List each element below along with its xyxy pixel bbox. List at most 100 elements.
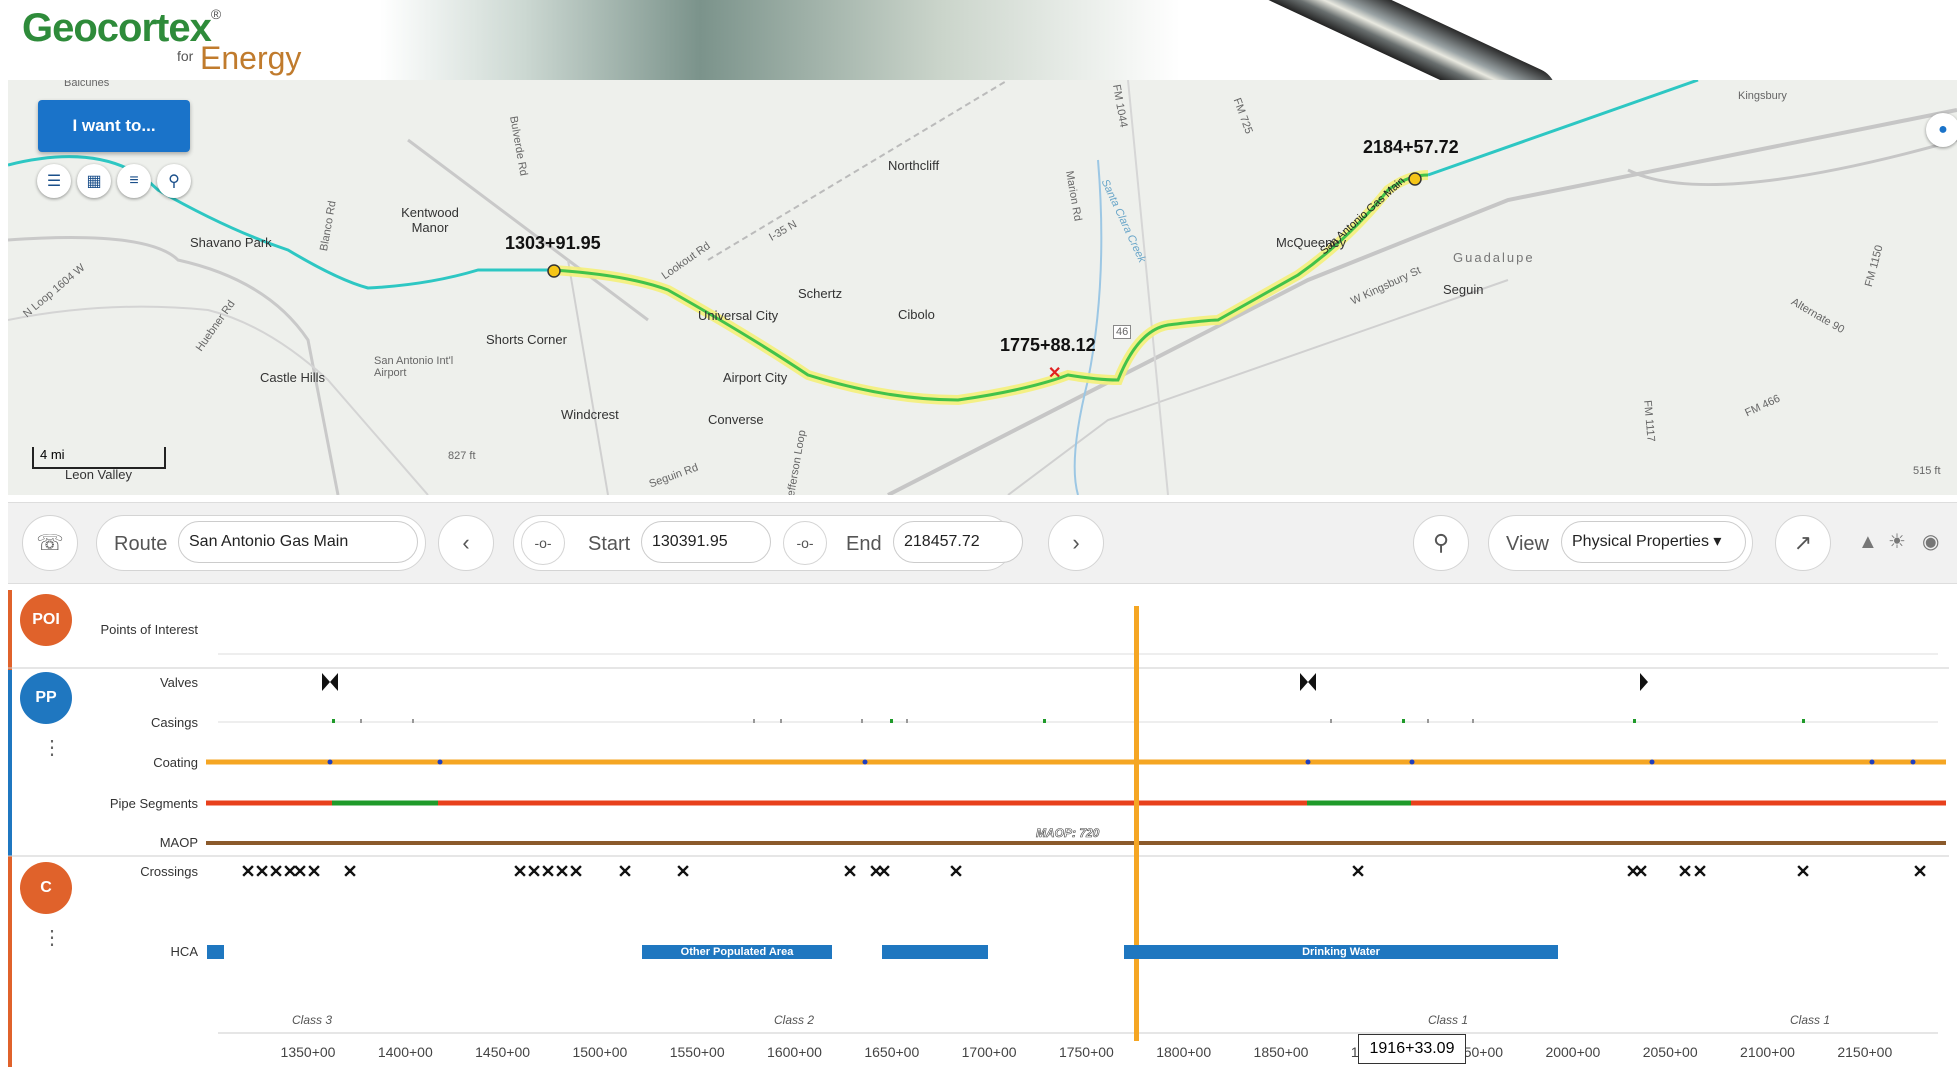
crossing-marker[interactable]: ✕ [568, 862, 583, 883]
start-pick-icon[interactable]: -o- [521, 521, 565, 565]
crossing-marker[interactable]: ✕ [675, 862, 690, 883]
map-view[interactable]: ✕ Balcunes Kentwood Manor Shavano Park N… [8, 80, 1957, 495]
logo-main: Geocortex [22, 6, 212, 50]
crossing-marker[interactable]: ✕ [526, 862, 541, 883]
crossing-marker[interactable]: ✕ [1692, 862, 1707, 883]
header-banner [380, 0, 1565, 80]
class-label: Class 3 [291, 1013, 333, 1027]
crossing-marker[interactable]: ✕ [540, 862, 555, 883]
axis-tick-label: 2100+00 [1740, 1044, 1795, 1060]
map-label: Universal City [698, 308, 779, 323]
crossing-marker[interactable]: ✕ [1677, 862, 1692, 883]
eye-icon[interactable]: ◉ [1922, 529, 1939, 554]
crossing-marker[interactable]: ✕ [1795, 862, 1810, 883]
crossing-marker[interactable]: ✕ [1633, 862, 1648, 883]
view-label: View [1506, 533, 1549, 555]
hca-bar[interactable] [882, 945, 988, 959]
axis-tick-label: 1550+00 [669, 1044, 725, 1060]
export-icon[interactable]: ↗ [1775, 515, 1831, 571]
chevron-down-icon: ▾ [1713, 533, 1722, 550]
start-label: Start [588, 533, 631, 555]
crossing-marker[interactable]: ✕ [292, 862, 307, 883]
map-label: Schertz [798, 286, 843, 301]
map-canvas: ✕ [8, 80, 1957, 495]
view-select[interactable]: Physical Properties ▾ [1561, 521, 1746, 563]
i-want-to-button[interactable]: I want to... [38, 100, 190, 152]
axis-tick-label: 1450+00 [475, 1044, 531, 1060]
map-label: San Antonio Int'l Airport [374, 355, 454, 379]
map-label: Kingsbury [1738, 90, 1787, 102]
route-icon[interactable]: ☏ [22, 515, 78, 571]
crossing-marker[interactable]: ✕ [268, 862, 283, 883]
axis-tick-label: 2150+00 [1837, 1044, 1893, 1060]
end-label: End [846, 533, 882, 555]
bulb-icon[interactable]: ☀ [1888, 529, 1906, 554]
crossing-marker[interactable]: ✕ [306, 862, 321, 883]
axis-tick-label: 2000+00 [1545, 1044, 1601, 1060]
start-input[interactable]: 130391.95 [641, 521, 771, 563]
app-header: Geocortex® for Energy [0, 0, 1957, 80]
next-button[interactable]: › [1048, 515, 1104, 571]
map-label: Shavano Park [190, 235, 272, 250]
route-label: Route [114, 533, 168, 555]
crossing-marker[interactable]: ✕ [1912, 862, 1927, 883]
crossing-marker[interactable]: ✕ [512, 862, 527, 883]
app-logo: Geocortex® for Energy [22, 6, 301, 76]
crossing-marker[interactable]: ✕ [948, 862, 963, 883]
station-label: 1775+88.12 [1000, 335, 1096, 355]
logo-reg: ® [210, 6, 222, 22]
location-pin-icon[interactable]: ⚲ [1413, 515, 1469, 571]
map-label: Converse [708, 412, 764, 427]
hca-bar[interactable]: Drinking Water [1124, 945, 1558, 959]
map-label: Seguin [1443, 282, 1484, 297]
crossing-marker[interactable]: ✕ [254, 862, 269, 883]
highway-shield: 46 [1113, 325, 1132, 339]
map-label: Airport City [723, 370, 788, 385]
map-label: Guadalupe [1453, 250, 1535, 265]
cursor-readout: 1916+33.09 [1358, 1034, 1466, 1064]
map-label: 515 ft [1913, 465, 1941, 477]
scale-bar: 4 mi [32, 447, 166, 469]
crossing-marker[interactable]: ✕ [240, 862, 255, 883]
end-input[interactable]: 218457.72 [893, 521, 1023, 563]
class-label: Class 2 [773, 1013, 815, 1027]
road-icon[interactable]: ▲ [1858, 531, 1878, 554]
axis-tick-label: 1350+00 [280, 1044, 336, 1060]
station-label: 1303+91.95 [505, 233, 601, 253]
axis-tick-label: 1650+00 [864, 1044, 920, 1060]
view-select-value: Physical Properties [1572, 533, 1709, 550]
layers-icon[interactable]: ☰ [37, 164, 71, 198]
map-label: Windcrest [561, 407, 619, 422]
axis-tick-label: 1800+00 [1156, 1044, 1212, 1060]
crossing-marker[interactable]: ✕ [342, 862, 357, 883]
map-label: Leon Valley [65, 467, 132, 482]
search-icon[interactable]: ⚲ [157, 164, 191, 198]
list-icon[interactable]: ≡ [117, 164, 151, 198]
crossing-marker[interactable]: ✕ [842, 862, 857, 883]
crossing-marker[interactable]: ✕ [1350, 862, 1365, 883]
axis-tick-label: 1700+00 [961, 1044, 1017, 1060]
route-select[interactable]: San Antonio Gas Main [178, 521, 418, 563]
crossing-marker[interactable]: ✕ [876, 862, 891, 883]
end-pick-icon[interactable]: -o- [783, 521, 827, 565]
legend-icon[interactable]: ▦ [77, 164, 111, 198]
logo-for: for [177, 48, 194, 64]
crossing-marker[interactable]: ✕ [617, 862, 632, 883]
previous-button[interactable]: ‹ [438, 515, 494, 571]
hca-bar[interactable]: Other Populated Area [642, 945, 832, 959]
map-label: Castle Hills [260, 370, 326, 385]
maop-label: MAOP: 720 [1036, 826, 1100, 841]
map-label: Kentwood Manor [401, 205, 459, 235]
station-label: 2184+57.72 [1363, 137, 1459, 157]
class-label: Class 1 [1427, 1013, 1469, 1027]
class-label: Class 1 [1789, 1013, 1831, 1027]
axis-tick-label: 1600+00 [767, 1044, 822, 1060]
crossing-marker[interactable]: ✕ [554, 862, 569, 883]
hca-bar[interactable] [207, 945, 224, 959]
svg-text:✕: ✕ [1048, 365, 1061, 382]
axis-tick-label: 1500+00 [572, 1044, 628, 1060]
axis-tick-label: 2050+00 [1642, 1044, 1698, 1060]
logo-sub: Energy [200, 40, 302, 76]
user-icon[interactable]: ● [1926, 113, 1957, 147]
axis-tick-label: 1850+00 [1253, 1044, 1309, 1060]
